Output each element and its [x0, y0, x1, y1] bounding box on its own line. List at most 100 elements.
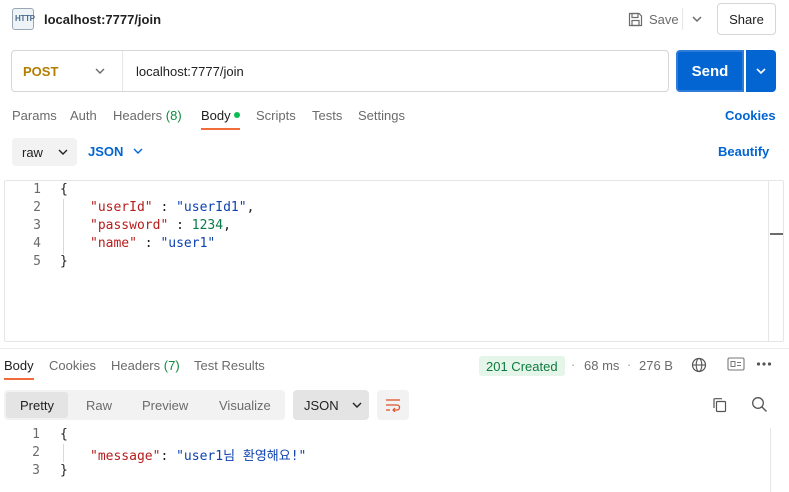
- code-line: "message": "user1님 환영해요!": [90, 445, 306, 464]
- view-tab-preview[interactable]: Preview: [142, 398, 188, 413]
- tab-label: Body: [4, 358, 34, 373]
- line-number: 5: [33, 254, 41, 269]
- response-tab-headers[interactable]: Headers (7): [111, 358, 180, 373]
- view-tab-visualize[interactable]: Visualize: [219, 398, 271, 413]
- share-button[interactable]: Share: [717, 3, 776, 35]
- response-tab-cookies[interactable]: Cookies: [49, 358, 96, 373]
- chevron-down-icon[interactable]: [94, 64, 106, 78]
- tab-count: (7): [163, 358, 180, 373]
- tab-settings[interactable]: Settings: [358, 108, 405, 123]
- http-file-icon: HTTP: [12, 8, 35, 30]
- view-tab-raw[interactable]: Raw: [86, 398, 112, 413]
- code-line: "password" : 1234,: [90, 218, 231, 233]
- response-format-select[interactable]: JSON: [293, 390, 369, 420]
- request-title[interactable]: localhost:7777/join: [44, 12, 161, 27]
- tab-headers[interactable]: Headers (8): [113, 108, 182, 123]
- http-icon-text: HTTP: [15, 14, 35, 23]
- meta-separator: ·: [627, 357, 632, 372]
- tab-label: Settings: [358, 108, 405, 123]
- active-tab-indicator: [201, 128, 240, 130]
- response-tab-test-results[interactable]: Test Results: [194, 358, 265, 373]
- search-icon[interactable]: [751, 396, 768, 413]
- response-size[interactable]: 276 B: [639, 358, 673, 373]
- scrollbar-track[interactable]: [770, 428, 771, 492]
- toolbar-divider: [682, 8, 683, 30]
- scrollbar-track[interactable]: [768, 181, 769, 341]
- method-select[interactable]: POST: [23, 64, 58, 79]
- body-format-select[interactable]: JSON: [88, 144, 123, 159]
- chevron-down-icon: [58, 149, 68, 155]
- chevron-down-icon[interactable]: [132, 144, 144, 158]
- tab-label: Test Results: [194, 358, 265, 373]
- json-value: "user1": [160, 236, 216, 251]
- response-time[interactable]: 68 ms: [584, 358, 619, 373]
- cookies-link[interactable]: Cookies: [725, 108, 776, 123]
- line-number: 3: [32, 463, 40, 478]
- tab-label: Scripts: [256, 108, 296, 123]
- line-number: 1: [33, 182, 41, 197]
- tab-label: Headers: [111, 358, 161, 373]
- code-close-brace: }: [60, 254, 68, 269]
- meta-separator: ·: [571, 357, 576, 372]
- more-options-icon[interactable]: [756, 361, 772, 367]
- save-button[interactable]: Save: [628, 10, 679, 28]
- line-number: 3: [33, 218, 41, 233]
- tab-scripts[interactable]: Scripts: [256, 108, 296, 123]
- tab-label: Params: [12, 108, 57, 123]
- beautify-button[interactable]: Beautify: [718, 144, 769, 159]
- wrap-lines-button[interactable]: [377, 390, 409, 420]
- copy-icon[interactable]: [712, 397, 728, 413]
- line-number: 2: [33, 200, 41, 215]
- json-key: "message": [90, 449, 161, 464]
- modified-indicator: [234, 112, 240, 118]
- response-format-label: JSON: [304, 397, 339, 413]
- json-key: "password": [90, 218, 169, 233]
- active-tab-indicator: [4, 378, 34, 380]
- json-sep: :: [152, 200, 177, 215]
- json-value: 1234: [191, 218, 224, 233]
- json-key: "name": [90, 236, 137, 251]
- tab-label: Headers: [113, 108, 163, 123]
- send-button[interactable]: Send: [676, 50, 744, 92]
- code-line: "name" : "user1": [90, 236, 215, 251]
- indent-guide: [63, 199, 64, 254]
- tab-tests[interactable]: Tests: [312, 108, 342, 123]
- json-sep: :: [136, 236, 161, 251]
- code-open-brace: {: [60, 182, 68, 197]
- json-value: "userId1": [176, 200, 247, 215]
- tab-label: Cookies: [49, 358, 96, 373]
- tab-params[interactable]: Params: [12, 108, 57, 123]
- tab-count: (8): [165, 108, 182, 123]
- url-input[interactable]: localhost:7777/join: [136, 64, 244, 79]
- tab-label: Auth: [70, 108, 97, 123]
- tab-body[interactable]: Body: [201, 108, 231, 123]
- line-number: 4: [33, 236, 41, 251]
- pane-divider[interactable]: [0, 348, 789, 349]
- line-number: 2: [32, 445, 40, 460]
- body-mode-select[interactable]: raw: [12, 138, 77, 166]
- url-divider: [122, 51, 123, 91]
- globe-icon[interactable]: [691, 357, 707, 373]
- view-tab-pretty[interactable]: Pretty: [6, 392, 68, 418]
- line-number: 1: [32, 427, 40, 442]
- scrollbar-thumb[interactable]: [770, 233, 783, 235]
- tab-auth[interactable]: Auth: [70, 108, 97, 123]
- chevron-down-icon: [352, 402, 362, 408]
- chevron-down-icon: [756, 68, 766, 75]
- code-line: "userId" : "userId1",: [90, 200, 254, 215]
- body-mode-label: raw: [22, 144, 43, 160]
- code-open-brace: {: [60, 427, 68, 442]
- wrap-lines-icon: [386, 399, 401, 412]
- status-badge[interactable]: 201 Created: [479, 356, 565, 376]
- save-label: Save: [649, 11, 679, 27]
- send-options-button[interactable]: [746, 50, 776, 92]
- response-tab-body[interactable]: Body: [4, 358, 34, 373]
- json-sep: :: [160, 449, 177, 464]
- tab-label: Body: [201, 108, 231, 123]
- save-icon: [628, 12, 643, 26]
- save-example-icon[interactable]: [727, 357, 745, 371]
- json-sep: :: [168, 218, 192, 233]
- chevron-down-icon[interactable]: [690, 11, 704, 27]
- indent-guide: [63, 444, 64, 462]
- json-trail: ,: [223, 218, 231, 233]
